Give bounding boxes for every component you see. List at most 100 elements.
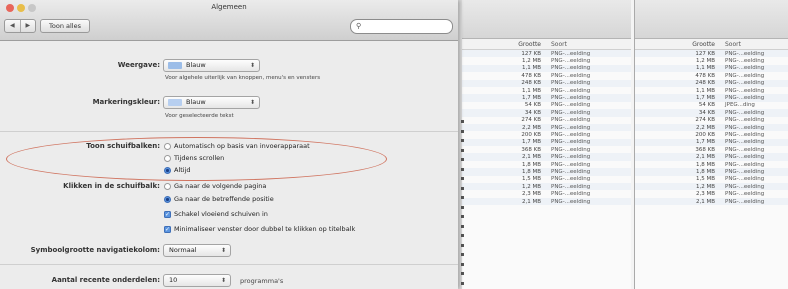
show-all-button[interactable]: Toon alles [40,19,90,33]
file-row[interactable]: 2,1 MB PNG-...eelding [461,197,631,206]
file-kind-cell: PNG-...eelding [551,146,591,153]
forward-icon[interactable]: ▶ [21,20,36,32]
file-kind-cell: PNG-...eelding [725,124,765,131]
file-size-cell: 2,2 MB [695,124,715,131]
minimize-doubleclick-checkbox[interactable]: ✓ Minimaliseer venster door dubbel te kli… [164,225,355,233]
finder-toolbar [635,0,788,39]
file-kind-cell: PNG-...eelding [725,146,765,153]
file-size-cell: 200 KB [521,131,541,138]
file-kind-cell: PNG-...eelding [551,161,591,168]
sidebar-icon-size-popup[interactable]: Normaal ⬍ [163,244,231,257]
file-size-cell: 1,1 MB [521,87,541,94]
smooth-scrolling-checkbox[interactable]: ✓ Schakel vloeiend schuiven in [164,210,268,218]
checkmark-icon[interactable]: ✓ [164,210,171,218]
file-row[interactable]: 1,8 MB PNG-...eelding [635,168,788,176]
file-row[interactable]: 1,7 MB PNG-...eelding [461,94,631,102]
file-row[interactable]: 274 KB PNG-...eelding [635,117,788,124]
column-kind[interactable]: Soort [725,41,785,48]
appearance-popup[interactable]: Blauw ⬍ [163,59,260,72]
file-row[interactable]: 248 KB PNG-...eelding [635,79,788,87]
file-row[interactable]: 1,1 MB PNG-...eelding [635,64,788,73]
highlight-value: Blauw [186,98,206,106]
file-size-cell: 368 KB [521,146,541,153]
file-kind-cell: PNG-...eelding [551,65,591,72]
file-row[interactable]: 2,2 MB PNG-...eelding [635,123,788,132]
file-row[interactable]: 2,3 MB PNG-...eelding [635,190,788,197]
file-row[interactable]: 34 KB PNG-...eelding [635,109,788,117]
file-kind-cell: PNG-...eelding [725,161,765,168]
file-size-cell: 2,2 MB [521,124,541,131]
radio-button[interactable] [164,182,171,190]
file-row[interactable]: 478 KB PNG-...eelding [635,72,788,79]
click-option-position[interactable]: Ga naar de betreffende positie [164,195,274,203]
column-kind[interactable]: Soort [551,41,611,48]
file-size-cell: 478 KB [521,72,541,79]
file-row[interactable]: 1,7 MB PNG-...eelding [635,138,788,147]
file-row[interactable]: 1,8 MB PNG-...eelding [635,161,788,168]
file-size-cell: 127 KB [521,50,541,57]
file-row[interactable]: 1,2 MB PNG-...eelding [635,183,788,191]
finder-file-list: 127 KB PNG-...eelding 1,2 MB PNG-...eelding… [461,50,631,206]
file-size-cell: 248 KB [695,80,715,87]
file-row[interactable]: 1,8 MB PNG-...eelding [461,168,631,176]
file-row[interactable]: 368 KB PNG-...eelding [461,146,631,153]
file-row[interactable]: 274 KB PNG-...eelding [461,117,631,124]
recent-items-popup[interactable]: 10 ⬍ [163,274,231,287]
recent-items-label: Aantal recente onderdelen: [51,276,160,284]
file-row[interactable]: 1,2 MB PNG-...eelding [461,57,631,64]
file-row[interactable]: 1,1 MB PNG-...eelding [635,87,788,94]
file-kind-cell: PNG-...eelding [551,154,591,161]
file-row[interactable]: 1,8 MB PNG-...eelding [461,161,631,168]
file-row[interactable]: 1,5 MB PNG-...eelding [461,176,631,183]
file-row[interactable]: 1,1 MB PNG-...eelding [461,64,631,73]
file-size-cell: 2,1 MB [521,198,541,205]
file-row[interactable]: 1,1 MB PNG-...eelding [461,87,631,94]
file-row[interactable]: 54 KB PNG-...eelding [461,102,631,109]
column-size[interactable]: Grootte [667,41,725,48]
finder-toolbar [461,0,631,39]
checkmark-icon[interactable]: ✓ [164,225,171,233]
file-row[interactable]: 127 KB PNG-...eelding [635,50,788,58]
file-size-cell: 127 KB [695,50,715,57]
file-row[interactable]: 2,1 MB PNG-...eelding [635,153,788,161]
file-kind-cell: PNG-...eelding [551,183,591,190]
radio-button-selected[interactable] [164,195,171,203]
title-bar: Algemeen ◀ ▶ Toon alles ⚲ [0,0,458,41]
nav-buttons: ◀ ▶ [4,19,36,33]
file-size-cell: 1,7 MB [695,95,715,102]
file-row[interactable]: 478 KB PNG-...eelding [461,72,631,79]
file-row[interactable]: 1,7 MB PNG-...eelding [635,94,788,102]
file-kind-cell: PNG-...eelding [725,131,765,138]
file-row[interactable]: 368 KB PNG-...eelding [635,146,788,153]
file-row[interactable]: 1,5 MB PNG-...eelding [635,176,788,183]
file-kind-cell: PNG-...eelding [551,131,591,138]
file-row[interactable]: 1,2 MB PNG-...eelding [635,57,788,64]
file-row[interactable]: 248 KB PNG-...eelding [461,79,631,87]
file-kind-cell: PNG-...eelding [725,50,765,57]
file-row[interactable]: 1,2 MB PNG-...eelding [461,183,631,191]
column-size[interactable]: Grootte [493,41,551,48]
file-row[interactable]: 1,7 MB PNG-...eelding [461,138,631,147]
file-row[interactable]: 54 KB JPEG...ding [635,102,788,109]
highlight-hint: Voor geselecteerde tekst [165,113,234,119]
file-row[interactable]: 2,2 MB PNG-...eelding [461,123,631,132]
search-input[interactable]: ⚲ [350,19,453,34]
file-kind-cell: PNG-...eelding [551,72,591,79]
file-row[interactable]: 200 KB PNG-...eelding [635,131,788,138]
file-row[interactable]: 34 KB PNG-...eelding [461,109,631,117]
file-size-cell: 1,8 MB [695,168,715,175]
file-row[interactable]: 127 KB PNG-...eelding [461,50,631,58]
file-row[interactable]: 2,1 MB PNG-...eelding [635,197,788,206]
file-size-cell: 1,5 MB [521,176,541,183]
file-kind-cell: PNG-...eelding [551,109,591,116]
back-icon[interactable]: ◀ [5,20,21,32]
click-option-next-page[interactable]: Ga naar de volgende pagina [164,182,266,190]
file-row[interactable]: 2,1 MB PNG-...eelding [461,153,631,161]
file-size-cell: 1,7 MB [695,139,715,146]
click-scrollbar-label: Klikken in de schuifbalk: [63,182,160,190]
highlight-popup[interactable]: Blauw ⬍ [163,96,260,109]
file-size-cell: 200 KB [695,131,715,138]
file-kind-cell: PNG-...eelding [551,124,591,131]
file-row[interactable]: 200 KB PNG-...eelding [461,131,631,138]
file-row[interactable]: 2,3 MB PNG-...eelding [461,190,631,197]
